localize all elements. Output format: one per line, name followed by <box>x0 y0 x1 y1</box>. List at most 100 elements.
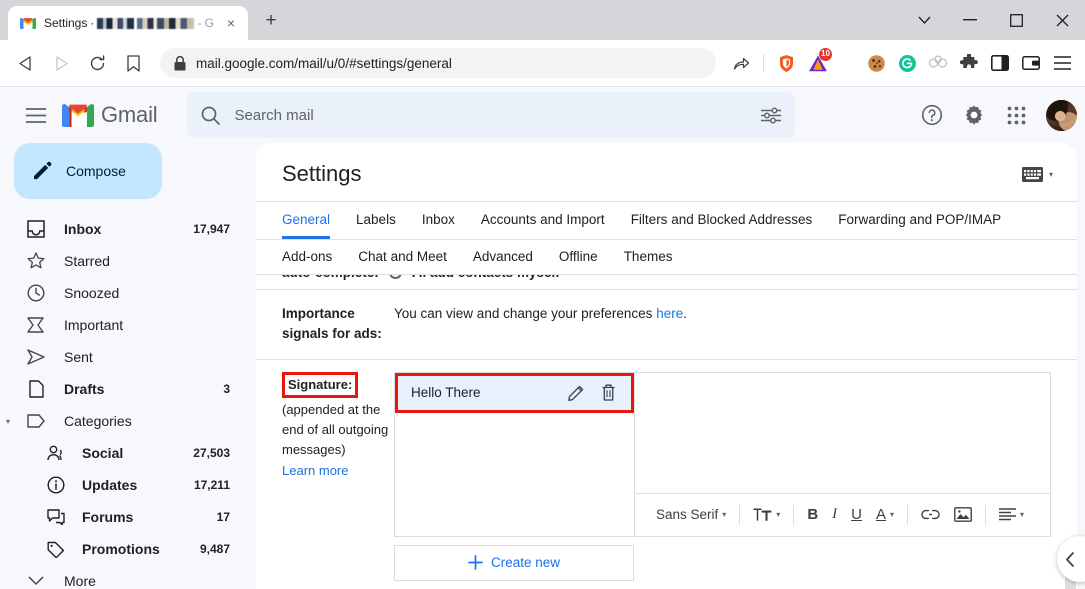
text-size-selector[interactable]: ▾ <box>746 501 787 529</box>
chrome-menu-icon[interactable] <box>1047 48 1077 78</box>
browser-tab-settings[interactable]: Settings · - G × <box>8 6 248 40</box>
font-family-selector[interactable]: Sans Serif ▾ <box>649 501 733 529</box>
draft-page-icon <box>26 379 46 399</box>
signature-panels: Hello There Sans Serif ▾ ▾ B I U A ▾ ▾ <box>394 371 1051 537</box>
keyboard-language-selector[interactable]: ▾ <box>1021 166 1053 182</box>
sidebar-item-important[interactable]: Important <box>0 309 246 341</box>
cookie-icon[interactable] <box>861 48 891 78</box>
tab-themes[interactable]: Themes <box>624 240 673 274</box>
importance-text-before: You can view and change your preferences <box>394 306 657 321</box>
sidebar-item-inbox[interactable]: Inbox 17,947 <box>0 213 246 245</box>
grammarly-icon[interactable] <box>892 48 922 78</box>
header-icons <box>912 95 1077 135</box>
tab-offline[interactable]: Offline <box>559 240 598 274</box>
create-new-label: Create new <box>490 555 561 570</box>
bold-button[interactable]: B <box>800 501 825 529</box>
settings-tabs-row-1: General Labels Inbox Accounts and Import… <box>256 202 1077 240</box>
pencil-edit-icon[interactable] <box>565 382 587 404</box>
main-menu-icon[interactable] <box>14 93 58 137</box>
brave-shield-icon[interactable] <box>771 48 801 78</box>
maximize-button[interactable] <box>993 0 1039 40</box>
signature-format-toolbar: Sans Serif ▾ ▾ B I U A ▾ ▾ <box>635 492 1050 536</box>
chain-link-icon[interactable] <box>923 48 953 78</box>
sidebar-item-sent[interactable]: Sent <box>0 341 246 373</box>
text-color-button[interactable]: A ▾ <box>869 501 901 529</box>
tab-labels[interactable]: Labels <box>356 202 396 239</box>
importance-here-link[interactable]: here <box>656 306 683 321</box>
compose-button[interactable]: Compose <box>14 143 162 199</box>
gmail-m-icon <box>62 103 94 128</box>
settings-main: Settings ▾ General Labels Inbox Accounts… <box>256 143 1085 589</box>
new-tab-button[interactable]: + <box>254 4 288 38</box>
pencil-icon <box>32 161 52 181</box>
gmail-logo[interactable]: Gmail <box>62 102 158 128</box>
sidebar-item-social[interactable]: Social 27,503 <box>0 437 246 469</box>
tab-advanced[interactable]: Advanced <box>473 240 533 274</box>
tab-accounts-and-import[interactable]: Accounts and Import <box>481 202 605 239</box>
forward-icon[interactable] <box>44 46 78 80</box>
account-avatar[interactable] <box>1046 99 1077 131</box>
gmail-body: Compose Inbox 17,947 Starred Snoozed Imp… <box>0 143 1085 589</box>
gmail-wordmark: Gmail <box>101 102 158 127</box>
sidebar-item-promotions[interactable]: Promotions 9,487 <box>0 533 246 565</box>
bookmark-icon[interactable] <box>116 46 150 80</box>
address-bar[interactable]: mail.google.com/mail/u/0/#settings/gener… <box>160 48 716 78</box>
price-tag-icon <box>46 539 66 559</box>
puzzle-piece-icon[interactable] <box>954 48 984 78</box>
tab-chat-and-meet[interactable]: Chat and Meet <box>358 240 447 274</box>
reload-icon[interactable] <box>80 46 114 80</box>
extension-icons <box>861 48 1077 78</box>
sidebar-label: Important <box>64 317 124 333</box>
gmail-header: Gmail Search mail <box>0 87 1085 143</box>
sidebar-item-categories[interactable]: ▾ Categories <box>0 405 246 437</box>
signature-note-line2: end of all outgoing <box>282 421 389 437</box>
autocomplete-radio[interactable] <box>388 275 402 279</box>
search-input[interactable]: Search mail <box>187 92 796 138</box>
close-window-button[interactable] <box>1039 0 1085 40</box>
tab-general[interactable]: General <box>282 202 331 239</box>
tab-close-icon[interactable]: × <box>222 14 240 32</box>
create-new-signature-button[interactable]: Create new <box>394 544 634 581</box>
align-button[interactable]: ▾ <box>992 501 1031 529</box>
tab-search-icon[interactable] <box>901 0 947 40</box>
back-icon[interactable] <box>8 46 42 80</box>
underline-button[interactable]: U <box>844 501 869 529</box>
insert-image-icon[interactable] <box>947 501 979 529</box>
sidebar-item-starred[interactable]: Starred <box>0 245 246 277</box>
keyboard-caret-icon[interactable]: ▾ <box>1049 170 1053 179</box>
signature-learn-more-link[interactable]: Learn more <box>282 461 348 481</box>
minimize-button[interactable] <box>947 0 993 40</box>
autocomplete-label: auto-complete: <box>282 275 379 280</box>
sidebar-item-snoozed[interactable]: Snoozed <box>0 277 246 309</box>
divider <box>907 504 909 525</box>
search-placeholder: Search mail <box>234 106 314 124</box>
share-icon[interactable] <box>726 48 756 78</box>
insert-link-icon[interactable] <box>914 501 947 529</box>
triangle-alert-icon[interactable]: 10 <box>803 48 833 78</box>
tab-filters-and-blocked-addresses[interactable]: Filters and Blocked Addresses <box>631 202 813 239</box>
wallet-icon[interactable] <box>1016 48 1046 78</box>
search-options-icon[interactable] <box>761 107 782 124</box>
tab-inbox[interactable]: Inbox <box>422 202 455 239</box>
page-title: Settings <box>282 161 362 186</box>
sidebar-item-more[interactable]: More <box>0 565 246 589</box>
signature-name: Hello There <box>411 385 481 400</box>
importance-signals-body: You can view and change your preferences… <box>394 304 1051 345</box>
trash-delete-icon[interactable] <box>597 382 619 404</box>
settings-gear-icon[interactable] <box>954 95 994 135</box>
google-apps-icon[interactable] <box>996 95 1036 135</box>
tab-add-ons[interactable]: Add-ons <box>282 240 332 274</box>
create-new-row: Create new <box>256 537 1077 581</box>
tab-forwarding-and-pop-imap[interactable]: Forwarding and POP/IMAP <box>838 202 1001 239</box>
sidebar-panel-icon[interactable] <box>985 48 1015 78</box>
sidebar-item-drafts[interactable]: Drafts 3 <box>0 373 246 405</box>
sidebar-count: 27,503 <box>193 446 230 460</box>
chevron-down-icon[interactable]: ▾ <box>6 417 10 426</box>
signature-editor[interactable]: Sans Serif ▾ ▾ B I U A ▾ ▾ <box>634 371 1051 537</box>
sidebar-item-forums[interactable]: Forums 17 <box>0 501 246 533</box>
sidebar-item-updates[interactable]: Updates 17,211 <box>0 469 246 501</box>
signature-list-item[interactable]: Hello There <box>395 372 634 413</box>
italic-button[interactable]: I <box>825 501 844 529</box>
divider <box>793 504 795 525</box>
help-icon[interactable] <box>912 95 952 135</box>
